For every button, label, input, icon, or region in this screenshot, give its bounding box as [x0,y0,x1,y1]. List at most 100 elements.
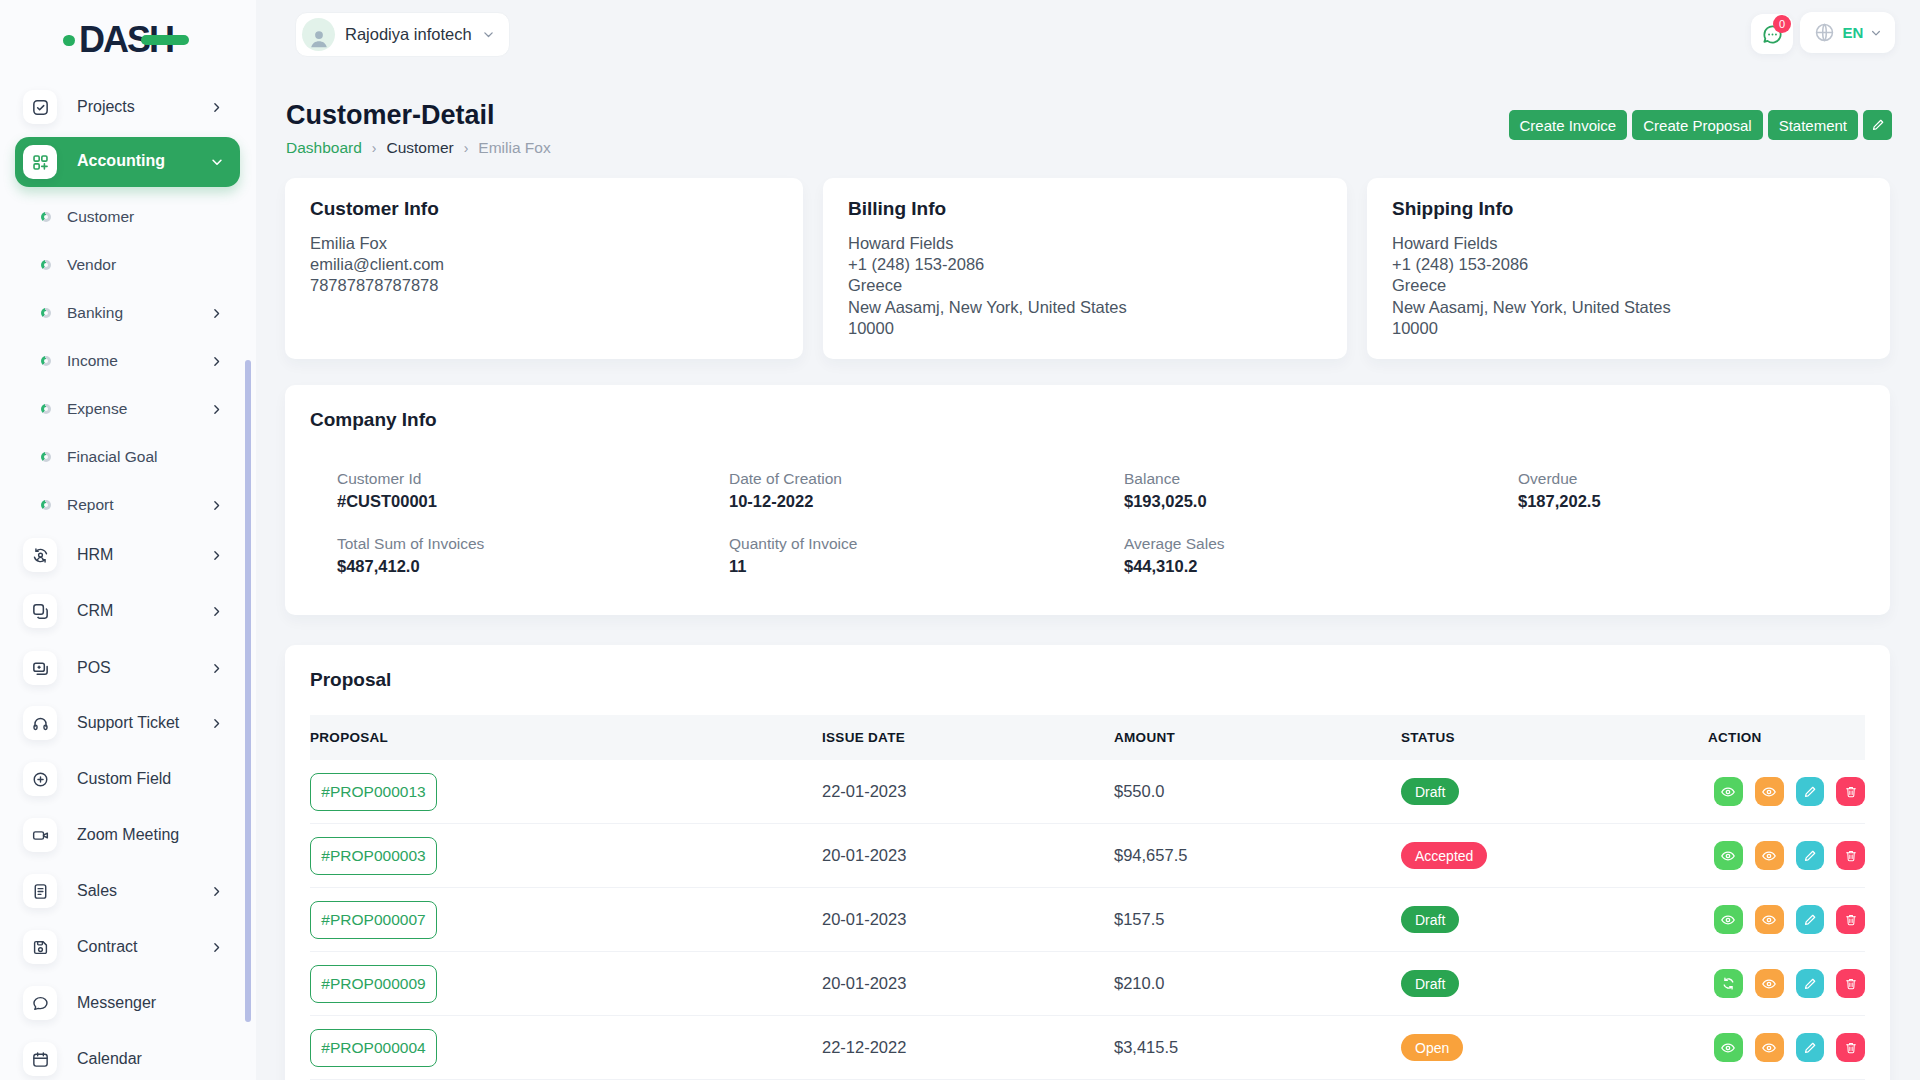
column-action: ACTION [1708,730,1865,745]
card-title: Shipping Info [1392,198,1865,220]
sidebar-item-banking[interactable]: Banking [0,293,256,333]
sidebar-item-custom-field[interactable]: Custom Field [0,757,256,801]
globe-icon [1813,21,1836,44]
sidebar-item-accounting[interactable]: Accounting [15,137,240,187]
convert-button[interactable] [1714,969,1743,998]
edit-button[interactable] [1796,841,1825,870]
preview-button[interactable] [1755,905,1784,934]
sidebar-item-projects[interactable]: Projects [0,85,256,129]
language-selector[interactable]: EN [1800,12,1895,53]
sidebar-item-vendor[interactable]: Vendor [0,245,256,285]
delete-button[interactable] [1836,777,1865,806]
sidebar-item-label: POS [77,659,111,677]
preview-button[interactable] [1755,969,1784,998]
chevron-right-icon [210,662,223,675]
sidebar-item-report[interactable]: Report [0,485,256,525]
breadcrumb-customer[interactable]: Customer [387,139,454,157]
view-button[interactable] [1714,1033,1743,1062]
edit-button[interactable] [1796,777,1825,806]
column-amount: AMOUNT [1114,730,1401,745]
proposal-link[interactable]: #PROP000009 [310,965,437,1003]
table-header: PROPOSAL ISSUE DATE AMOUNT STATUS ACTION [310,715,1865,760]
edit-button[interactable] [1796,969,1825,998]
delete-button[interactable] [1836,905,1865,934]
chevron-right-icon [210,941,223,954]
support-ticket-icon [23,706,57,740]
sidebar-item-zoom-meeting[interactable]: Zoom Meeting [0,813,256,857]
messages-button[interactable]: 0 [1751,14,1793,54]
card-title: Proposal [310,669,1865,691]
create-invoice-button[interactable]: Create Invoice [1509,110,1628,140]
amount: $157.5 [1114,910,1401,929]
view-button[interactable] [1714,841,1743,870]
proposal-card: Proposal PROPOSAL ISSUE DATE AMOUNT STAT… [285,645,1890,1080]
preview-button[interactable] [1755,841,1784,870]
zoom-meeting-icon [23,818,57,852]
chevron-right-icon [210,605,223,618]
customer-phone: 78787878787878 [310,275,778,296]
bullet-icon [41,308,51,318]
status-badge: Open [1401,1034,1463,1061]
proposal-link[interactable]: #PROP000013 [310,773,437,811]
logo-dash-bar [141,35,189,45]
pos-icon [23,651,57,685]
sidebar-item-messenger[interactable]: Messenger [0,981,256,1025]
sidebar-item-finacial-goal[interactable]: Finacial Goal [0,437,256,477]
bullet-icon [41,452,51,462]
proposal-link[interactable]: #PROP000004 [310,1029,437,1067]
sidebar-item-expense[interactable]: Expense [0,389,256,429]
chevron-right-icon [210,307,223,320]
language-code: EN [1843,24,1864,41]
workspace-name: Rajodiya infotech [345,25,472,44]
edit-button[interactable] [1796,1033,1825,1062]
statement-button[interactable]: Statement [1768,110,1858,140]
view-button[interactable] [1714,905,1743,934]
proposal-link[interactable]: #PROP000007 [310,901,437,939]
billing-zip: 10000 [848,318,1322,339]
sidebar-item-crm[interactable]: CRM [0,589,256,633]
status-badge: Draft [1401,906,1459,933]
create-proposal-button[interactable]: Create Proposal [1632,110,1762,140]
billing-name: Howard Fields [848,233,1322,254]
projects-icon [23,90,57,124]
delete-button[interactable] [1836,841,1865,870]
sidebar-item-label: Custom Field [77,770,171,788]
edit-button[interactable] [1796,905,1825,934]
sidebar: DASH Projects Accounting Customer Vendor… [0,0,256,1080]
sidebar-item-sales[interactable]: Sales [0,869,256,913]
sidebar-item-label: Customer [67,208,134,226]
shipping-info-card: Shipping Info Howard Fields +1 (248) 153… [1367,178,1890,359]
sidebar-item-label: Accounting [77,152,165,170]
sidebar-item-hrm[interactable]: HRM [0,533,256,577]
sidebar-item-income[interactable]: Income [0,341,256,381]
chevron-right-icon [210,717,223,730]
sidebar-item-support-ticket[interactable]: Support Ticket [0,701,256,745]
sidebar-item-customer[interactable]: Customer [0,197,256,237]
proposal-link[interactable]: #PROP000003 [310,837,437,875]
breadcrumb-separator: › [372,140,377,156]
workspace-switcher[interactable]: Rajodiya infotech [295,12,510,57]
proposal-table: PROPOSAL ISSUE DATE AMOUNT STATUS ACTION… [310,715,1865,1080]
preview-button[interactable] [1755,1033,1784,1062]
sidebar-scrollbar[interactable] [245,360,251,1022]
sidebar-item-pos[interactable]: POS [0,646,256,690]
edit-customer-button[interactable] [1863,110,1892,140]
sidebar-item-calendar[interactable]: Calendar [0,1037,256,1080]
chevron-down-icon [210,155,224,169]
delete-button[interactable] [1836,969,1865,998]
preview-button[interactable] [1755,777,1784,806]
contract-icon [23,930,57,964]
field-date-of-creation: Date of Creation 10-12-2022 [729,470,1124,511]
crm-icon [23,594,57,628]
issue-date: 22-01-2023 [822,782,1114,801]
delete-button[interactable] [1836,1033,1865,1062]
shipping-name: Howard Fields [1392,233,1865,254]
avatar [302,18,335,51]
sidebar-item-contract[interactable]: Contract [0,925,256,969]
table-row: #PROP000009 20-01-2023 $210.0 Draft [310,952,1865,1016]
view-button[interactable] [1714,777,1743,806]
app-logo[interactable]: DASH [63,20,203,60]
breadcrumb-dashboard[interactable]: Dashboard [286,139,362,157]
notification-badge: 0 [1773,15,1791,33]
page-actions: Create Invoice Create Proposal Statement [1509,110,1893,140]
